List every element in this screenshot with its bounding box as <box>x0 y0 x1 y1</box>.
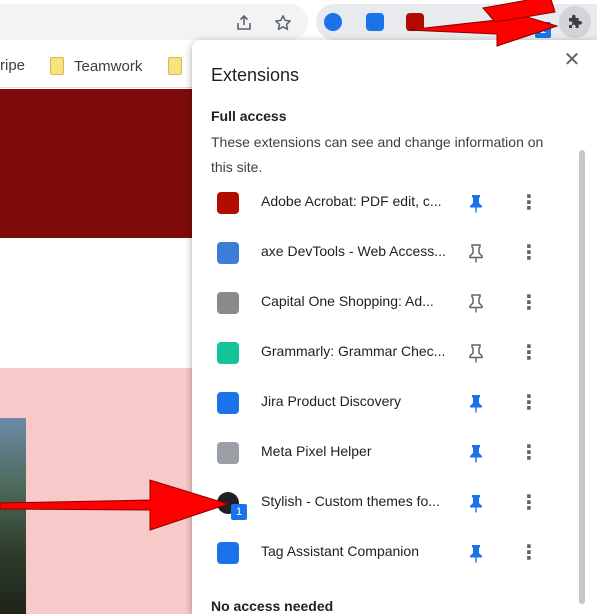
tag-assistant-icon[interactable] <box>366 13 384 31</box>
extension-name: Meta Pixel Helper <box>261 443 372 459</box>
more-options-icon[interactable]: ⋮ <box>519 441 539 465</box>
extension-row[interactable]: Jira Product Discovery ⋮ <box>192 378 572 428</box>
meta-pixel-icon <box>217 442 239 464</box>
extension-row[interactable]: axe DevTools - Web Access... ⋮ <box>192 228 572 278</box>
tag-assistant-icon <box>217 542 239 564</box>
bookmark-folder-teamwork[interactable]: Teamwork <box>50 57 142 75</box>
more-options-icon[interactable]: ⋮ <box>519 491 539 515</box>
extension-row[interactable]: Meta Pixel Helper ⋮ <box>192 428 572 478</box>
unpinned-icon[interactable] <box>468 343 484 363</box>
extension-name: Adobe Acrobat: PDF edit, c... <box>261 193 442 209</box>
axe-devtools-icon <box>217 242 239 264</box>
extension-name: Grammarly: Grammar Chec... <box>261 343 446 359</box>
more-options-icon[interactable]: ⋮ <box>519 541 539 565</box>
more-options-icon[interactable]: ⋮ <box>519 341 539 365</box>
extension-name: Jira Product Discovery <box>261 393 402 409</box>
pinned-icon[interactable] <box>468 193 484 213</box>
annotation-arrow-stylish <box>0 479 230 531</box>
pinned-icon[interactable] <box>468 543 484 563</box>
extension-name: axe DevTools - Web Access... <box>261 243 446 259</box>
more-options-icon[interactable]: ⋮ <box>519 191 539 215</box>
jira-icon[interactable] <box>324 13 342 31</box>
more-options-icon[interactable]: ⋮ <box>519 241 539 265</box>
star-icon[interactable] <box>274 14 292 32</box>
adobe-acrobat-icon <box>217 192 239 214</box>
bookmark-label: Teamwork <box>74 57 143 75</box>
extension-name: Tag Assistant Companion <box>261 543 419 559</box>
grammarly-icon <box>217 342 239 364</box>
folder-icon <box>50 57 64 75</box>
extension-row[interactable]: Tag Assistant Companion ⋮ <box>192 528 572 578</box>
scrollbar[interactable] <box>579 150 585 604</box>
extension-row[interactable]: 1 Stylish - Custom themes fo... ⋮ <box>192 478 572 528</box>
extension-row[interactable]: Adobe Acrobat: PDF edit, c... ⋮ <box>192 178 572 228</box>
pinned-icon[interactable] <box>468 493 484 513</box>
extensions-menu: Extensions ✕ Full access These extension… <box>192 40 597 614</box>
folder-icon <box>168 57 182 75</box>
full-access-description: These extensions can see and change info… <box>211 134 544 175</box>
annotation-arrow-top <box>406 0 559 47</box>
bookmark-label: ripe <box>0 57 26 74</box>
popup-title: Extensions <box>211 65 300 85</box>
pinned-icon[interactable] <box>468 443 484 463</box>
bookmark-item[interactable]: ripe <box>0 57 25 74</box>
extension-row[interactable]: Capital One Shopping: Ad... ⋮ <box>192 278 572 328</box>
jira-icon <box>217 392 239 414</box>
bookmark-folder[interactable] <box>168 57 182 75</box>
more-options-icon[interactable]: ⋮ <box>519 291 539 315</box>
address-bar[interactable] <box>0 4 308 40</box>
extension-row[interactable]: Grammarly: Grammar Chec... ⋮ <box>192 328 572 378</box>
more-options-icon[interactable]: ⋮ <box>519 391 539 415</box>
capital-one-icon <box>217 292 239 314</box>
full-access-heading: Full access <box>211 108 287 124</box>
extension-name: Stylish - Custom themes fo... <box>261 493 440 509</box>
unpinned-icon[interactable] <box>468 293 484 313</box>
extension-name: Capital One Shopping: Ad... <box>261 293 434 309</box>
share-icon[interactable] <box>235 14 253 32</box>
no-access-heading: No access needed <box>211 598 334 614</box>
pinned-icon[interactable] <box>468 393 484 413</box>
unpinned-icon[interactable] <box>468 243 484 263</box>
